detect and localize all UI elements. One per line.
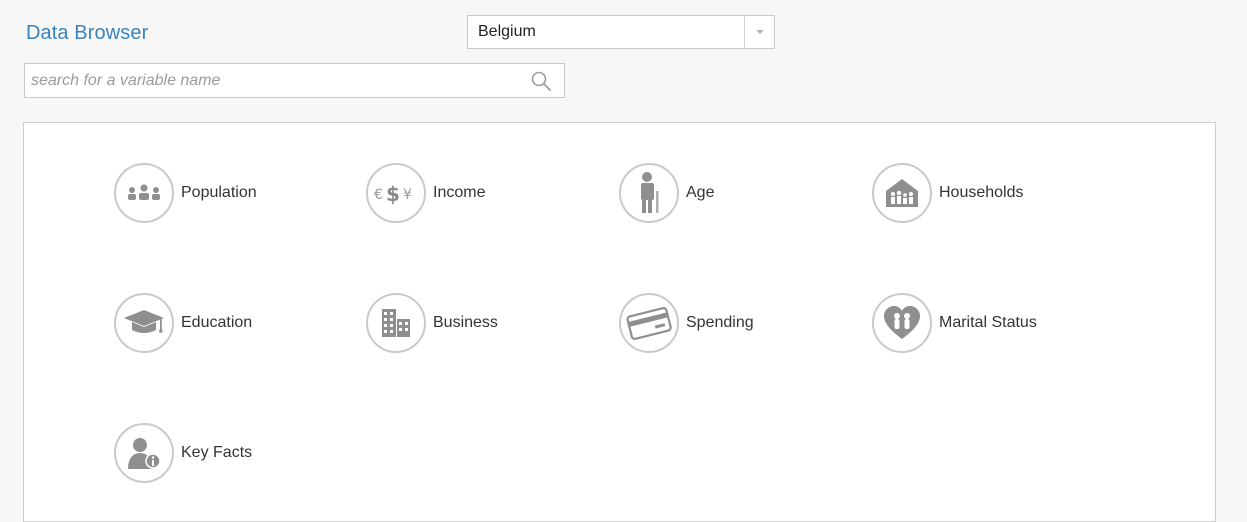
category-key-facts[interactable]: Key Facts — [114, 423, 252, 483]
category-label: Spending — [686, 314, 754, 331]
svg-text:€: € — [374, 187, 383, 203]
buildings-icon — [366, 293, 426, 353]
chevron-down-icon[interactable] — [744, 16, 774, 48]
search-input[interactable] — [31, 64, 511, 97]
category-label: Marital Status — [939, 314, 1037, 331]
svg-text:¥: ¥ — [403, 187, 412, 203]
currency-icon: € $ ¥ — [366, 163, 426, 223]
svg-text:$: $ — [386, 182, 400, 206]
category-label: Key Facts — [181, 444, 253, 461]
search-box — [24, 63, 565, 98]
category-panel: Population € $ ¥ Income Age Households E… — [23, 122, 1216, 522]
country-select[interactable]: Belgium — [467, 15, 775, 49]
category-business[interactable]: Business — [366, 293, 498, 353]
category-spending[interactable]: Spending — [619, 293, 754, 353]
category-education[interactable]: Education — [114, 293, 252, 353]
credit-card-icon — [619, 293, 679, 353]
category-marital-status[interactable]: Marital Status — [872, 293, 1037, 353]
category-label: Education — [181, 314, 253, 331]
page-title: Data Browser — [26, 22, 149, 44]
category-income[interactable]: € $ ¥ Income — [366, 163, 485, 223]
age-icon — [619, 163, 679, 223]
country-select-value: Belgium — [478, 23, 536, 40]
population-icon — [114, 163, 174, 223]
category-label: Population — [181, 184, 257, 201]
households-icon — [872, 163, 932, 223]
graduation-cap-icon — [114, 293, 174, 353]
key-facts-icon — [114, 423, 174, 483]
category-households[interactable]: Households — [872, 163, 1024, 223]
category-label: Business — [433, 314, 498, 331]
heart-icon — [872, 293, 932, 353]
category-population[interactable]: Population — [114, 163, 257, 223]
search-icon[interactable] — [530, 70, 552, 92]
category-label: Age — [686, 184, 715, 201]
category-label: Households — [939, 184, 1024, 201]
category-label: Income — [433, 184, 486, 201]
category-age[interactable]: Age — [619, 163, 714, 223]
